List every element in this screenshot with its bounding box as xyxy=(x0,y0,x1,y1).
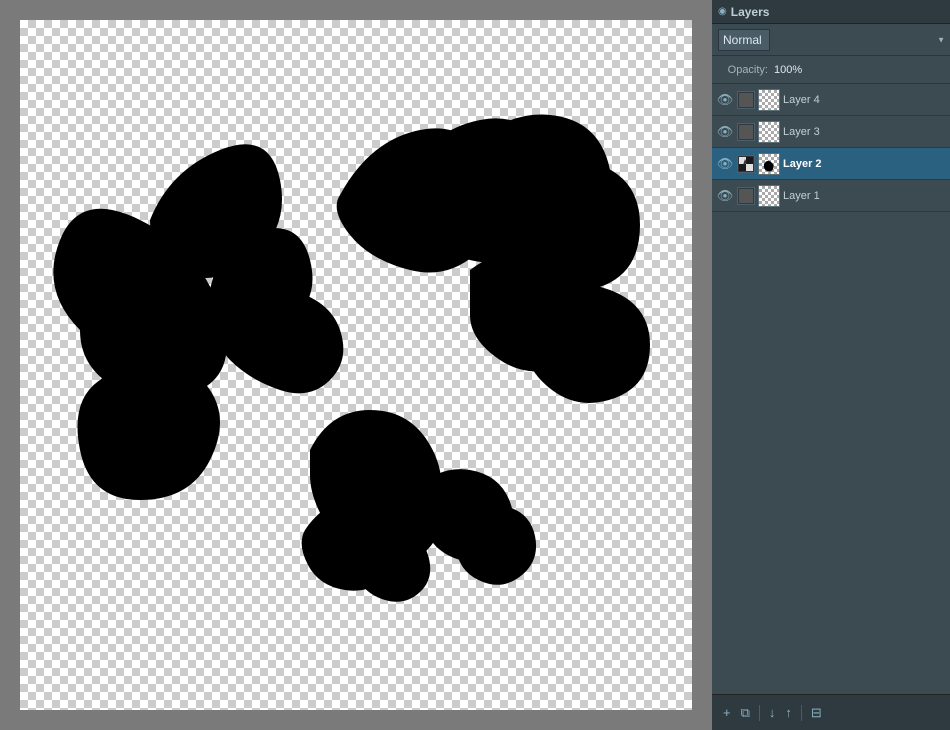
move-layer-up-button[interactable]: ↑ xyxy=(782,703,795,722)
toolbar-separator xyxy=(759,705,760,721)
layer-visibility-toggle[interactable]: 👁 xyxy=(716,91,734,109)
layer-name: Layer 1 xyxy=(783,190,950,202)
layer-name: Layer 4 xyxy=(783,94,950,106)
panel-titlebar: ◉ Layers ⊞ ✕ xyxy=(712,0,950,24)
mode-row: Normal Multiply Screen Overlay Darken Li… xyxy=(712,24,950,56)
opacity-label: Opacity: xyxy=(718,64,768,76)
layer-thumbnail xyxy=(758,89,780,111)
layer-visibility-toggle[interactable]: 👁 xyxy=(716,155,734,173)
canvas-svg xyxy=(20,20,692,710)
opacity-row: Opacity: 100% ▲ ▼ xyxy=(712,56,950,84)
move-layer-down-button[interactable]: ↓ xyxy=(766,703,779,722)
mode-select-wrapper: Normal Multiply Screen Overlay Darken Li… xyxy=(718,29,949,51)
layer-visibility-toggle[interactable]: 👁 xyxy=(716,123,734,141)
layer-thumbnail xyxy=(758,185,780,207)
layer-name: Layer 3 xyxy=(783,126,950,138)
layer-row-active[interactable]: 👁 Layer 2 🔒 α ⊞ xyxy=(712,148,950,180)
canvas-wrapper xyxy=(20,20,692,710)
layer-type-icon xyxy=(737,187,755,205)
canvas-area xyxy=(0,0,712,730)
panel-title: Layers xyxy=(731,5,950,19)
duplicate-layer-button[interactable]: ⧉ xyxy=(738,703,753,723)
layer-row[interactable]: 👁 Layer 4 🔒 α ⊞ xyxy=(712,84,950,116)
blend-mode-select[interactable]: Normal Multiply Screen Overlay Darken Li… xyxy=(718,29,770,51)
layers-panel: ◉ Layers ⊞ ✕ Normal Multiply Screen Over… xyxy=(712,0,950,730)
opacity-value: 100% xyxy=(774,64,950,76)
layer-type-icon xyxy=(737,123,755,141)
layers-panel-icon: ◉ xyxy=(718,6,727,17)
panel-bottom-toolbar: + ⧉ ↓ ↑ ⊟ 🗑 xyxy=(712,694,950,730)
layer-type-icon-brush xyxy=(737,155,755,173)
layer-visibility-toggle[interactable]: 👁 xyxy=(716,187,734,205)
bottom-left-buttons: + ⧉ ↓ ↑ ⊟ xyxy=(720,703,825,723)
layer-thumbnail xyxy=(758,153,780,175)
layer-row[interactable]: 👁 Layer 3 🔒 α ⊞ xyxy=(712,116,950,148)
add-layer-button[interactable]: + xyxy=(720,703,734,722)
layer-thumbnail xyxy=(758,121,780,143)
layer-row[interactable]: 👁 Layer 1 🔒 α ⊞ xyxy=(712,180,950,212)
toolbar-separator xyxy=(801,705,802,721)
merge-layers-button[interactable]: ⊟ xyxy=(808,703,825,723)
layer-name: Layer 2 xyxy=(783,158,950,170)
layers-list: 👁 Layer 4 🔒 α ⊞ 👁 Layer 3 🔒 α ⊞ xyxy=(712,84,950,694)
layer-type-icon xyxy=(737,91,755,109)
